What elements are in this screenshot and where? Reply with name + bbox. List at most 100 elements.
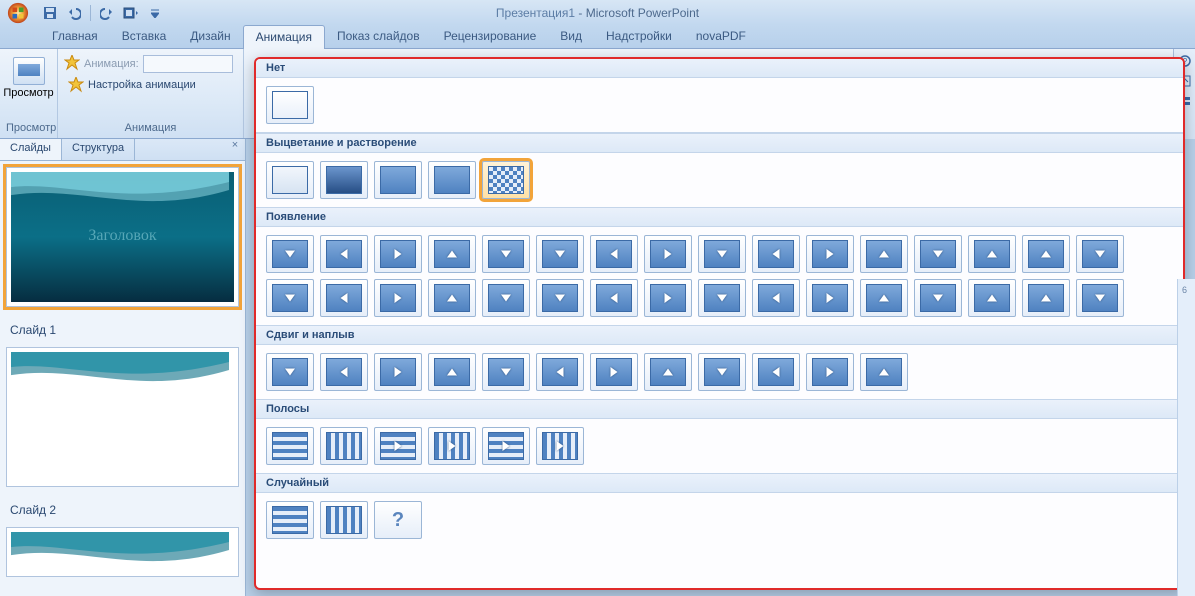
transition-item[interactable] <box>428 235 476 273</box>
gallery-scrollbar[interactable] <box>1177 279 1195 596</box>
transition-item[interactable] <box>428 427 476 465</box>
transition-item[interactable] <box>914 235 962 273</box>
transition-item[interactable] <box>752 279 800 317</box>
custom-anim-label: Настройка анимации <box>88 79 196 91</box>
preview-button[interactable]: Просмотр <box>6 53 51 103</box>
transition-item[interactable] <box>374 161 422 199</box>
transition-item[interactable] <box>536 427 584 465</box>
transition-item[interactable] <box>968 279 1016 317</box>
transition-item[interactable] <box>374 235 422 273</box>
panel-tab-outline[interactable]: Структура <box>62 139 135 160</box>
transition-item[interactable] <box>482 353 530 391</box>
transition-item[interactable] <box>698 279 746 317</box>
section-push <box>256 345 1183 399</box>
document-name: Презентация1 <box>496 6 575 20</box>
title-bar: Презентация1 - Microsoft PowerPoint <box>0 0 1195 25</box>
transition-item[interactable] <box>320 427 368 465</box>
transition-item[interactable] <box>374 427 422 465</box>
transition-item[interactable] <box>482 427 530 465</box>
transition-item[interactable] <box>806 353 854 391</box>
panel-close-icon[interactable]: × <box>225 139 245 160</box>
qat-separator <box>90 5 91 21</box>
section-fade-header: Выцветание и растворение <box>256 133 1183 153</box>
transition-item[interactable] <box>590 353 638 391</box>
transition-item[interactable] <box>320 353 368 391</box>
transition-item[interactable] <box>806 235 854 273</box>
transition-item[interactable] <box>266 86 314 124</box>
section-none <box>256 78 1183 132</box>
transition-item[interactable]: ? <box>374 501 422 539</box>
transition-item[interactable] <box>1022 235 1070 273</box>
transition-item[interactable] <box>590 279 638 317</box>
transition-item[interactable] <box>428 353 476 391</box>
custom-animation-button[interactable]: Настройка анимации <box>64 75 237 95</box>
transition-item[interactable] <box>914 279 962 317</box>
transition-item[interactable] <box>968 235 1016 273</box>
transition-item[interactable] <box>482 279 530 317</box>
transition-item[interactable] <box>806 279 854 317</box>
transition-item[interactable] <box>698 235 746 273</box>
transition-item[interactable] <box>374 279 422 317</box>
preview-label: Просмотр <box>3 87 53 99</box>
transition-item[interactable] <box>860 279 908 317</box>
transition-item[interactable] <box>860 235 908 273</box>
transition-item[interactable] <box>428 279 476 317</box>
slide-thumb-3[interactable] <box>6 527 239 577</box>
tab-slideshow[interactable]: Показ слайдов <box>325 25 432 49</box>
transition-item[interactable] <box>266 235 314 273</box>
group-title-preview: Просмотр <box>6 120 51 136</box>
transition-item[interactable] <box>482 235 530 273</box>
transition-item[interactable] <box>266 427 314 465</box>
redo-icon[interactable] <box>97 3 117 23</box>
transition-item[interactable] <box>536 279 584 317</box>
transition-item[interactable] <box>320 279 368 317</box>
paste-dropdown-icon[interactable] <box>121 3 141 23</box>
animation-select[interactable] <box>143 55 233 73</box>
transition-item[interactable] <box>536 353 584 391</box>
transition-item[interactable] <box>644 279 692 317</box>
transition-item[interactable] <box>698 353 746 391</box>
transition-item[interactable] <box>1076 279 1124 317</box>
tab-view[interactable]: Вид <box>548 25 594 49</box>
tab-animation[interactable]: Анимация <box>243 25 325 49</box>
panel-tabs: Слайды Структура × <box>0 139 245 161</box>
tab-design[interactable]: Дизайн <box>178 25 242 49</box>
workspace: Слайды Структура × Заголовок Слайд 1 Сла… <box>0 139 1195 596</box>
tab-novapdf[interactable]: novaPDF <box>684 25 758 49</box>
transition-item[interactable] <box>860 353 908 391</box>
save-icon[interactable] <box>40 3 60 23</box>
slide-thumb-2[interactable] <box>6 347 239 487</box>
office-button[interactable] <box>0 0 36 25</box>
transition-item[interactable] <box>266 161 314 199</box>
slide-thumb-1[interactable]: Заголовок <box>6 167 239 307</box>
window-title: Презентация1 - Microsoft PowerPoint <box>0 6 1195 20</box>
transition-item[interactable] <box>590 235 638 273</box>
transition-item[interactable] <box>752 235 800 273</box>
transition-item[interactable] <box>320 161 368 199</box>
transition-item[interactable] <box>1022 279 1070 317</box>
tab-insert[interactable]: Вставка <box>110 25 179 49</box>
transition-item[interactable] <box>320 501 368 539</box>
transition-item[interactable] <box>644 353 692 391</box>
tab-review[interactable]: Рецензирование <box>432 25 549 49</box>
tab-addins[interactable]: Надстройки <box>594 25 684 49</box>
section-fade <box>256 153 1183 207</box>
transition-item[interactable] <box>320 235 368 273</box>
transition-item[interactable] <box>482 161 530 199</box>
transition-item[interactable] <box>752 353 800 391</box>
transition-item[interactable] <box>266 353 314 391</box>
tab-home[interactable]: Главная <box>40 25 110 49</box>
qat-customize-icon[interactable] <box>145 3 165 23</box>
panel-tab-slides[interactable]: Слайды <box>0 139 62 160</box>
section-none-header: Нет <box>256 59 1183 78</box>
transition-item[interactable] <box>266 501 314 539</box>
transition-item[interactable] <box>428 161 476 199</box>
quick-access-toolbar <box>36 0 165 25</box>
undo-icon[interactable] <box>64 3 84 23</box>
transition-item[interactable] <box>374 353 422 391</box>
transition-item[interactable] <box>1076 235 1124 273</box>
transition-item[interactable] <box>266 279 314 317</box>
transition-item[interactable] <box>644 235 692 273</box>
section-appear-header: Появление <box>256 207 1183 227</box>
transition-item[interactable] <box>536 235 584 273</box>
